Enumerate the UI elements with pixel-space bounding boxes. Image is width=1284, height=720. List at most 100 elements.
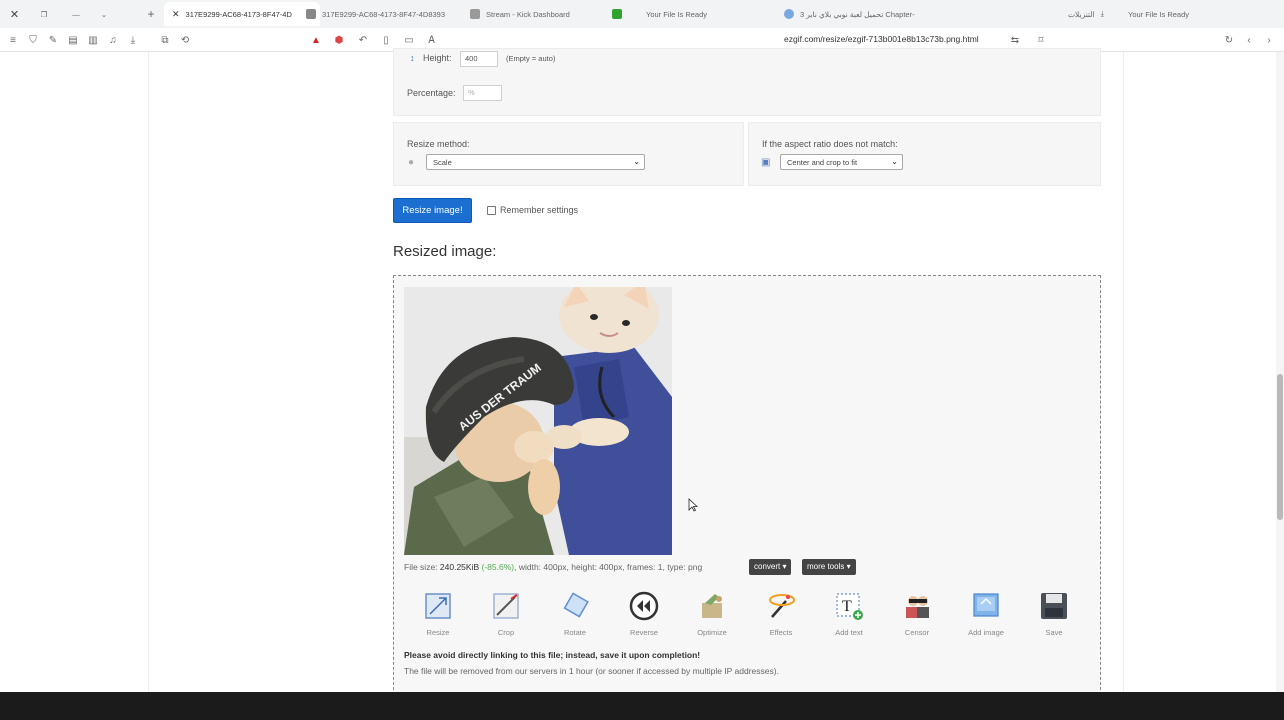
tool-label: Optimize [697,628,727,637]
resize-method-select[interactable]: Scale ⌄ [426,154,645,170]
convert-button[interactable]: convert ▾ [749,559,792,575]
percentage-label: Percentage: [407,88,456,98]
resize-method-label: Resize method: [407,139,470,149]
removal-notice: The file will be removed from our server… [404,666,779,676]
crop-preview-icon: ▣ [761,157,771,168]
tab-7[interactable]: Your File Is Ready [1120,2,1200,26]
tool-censor[interactable]: Censor [885,588,949,640]
tool-label: Resize [426,628,450,637]
resize-image-button[interactable]: Resize image! [393,198,472,223]
size-panel [393,48,1101,116]
height-arrow-icon: ↕ [410,53,415,63]
rotate-icon [563,592,589,618]
tool-label: Add text [835,628,863,637]
tool-label: Rotate [563,628,587,637]
page-scrollbar[interactable] [1276,52,1284,692]
translate-icon[interactable]: Ꭺ [425,33,439,47]
tool-label: Save [1045,628,1063,637]
address-bar[interactable]: ezgif.com/resize/ezgif-713b001e8b13c73b.… [784,34,979,44]
tool-save[interactable]: Save [1022,588,1086,640]
globe-favicon-icon [784,9,794,19]
resized-image[interactable]: AUS DER TRAUM [404,287,672,555]
menu-icon[interactable]: ≡ [6,33,20,47]
scrollbar-thumb[interactable] [1277,374,1283,520]
tab-2[interactable]: 317E9299-AC68-4173-8F47-4D8393 [298,2,458,26]
minimize-icon[interactable]: — [62,2,90,26]
bookmark-icon[interactable]: ⌑ [1034,33,1048,47]
tab-5[interactable]: تحميل لعبة نوبي بلاي ناير 3 Chapter- [776,2,976,26]
file-size: 240.25KiB [439,562,480,572]
mouse-cursor-icon [688,498,698,512]
adblock-icon[interactable]: ⬢ [332,33,346,47]
vpn-icon[interactable]: ▲ [309,33,323,47]
downloads-icon[interactable]: ⤓ [126,33,140,47]
tab-title: تحميل لعبة نوبي بلاي ناير 3 Chapter- [800,9,915,19]
download-favicon-icon [612,9,622,19]
download-icon: ⤓ [1100,9,1104,18]
new-tab-icon[interactable]: + [140,2,162,26]
aspect-ratio-select[interactable]: Center and crop to fit ⌄ [780,154,903,170]
resize-method-value: Scale [433,158,452,167]
aspect-ratio-label: If the aspect ratio does not match: [762,139,898,149]
sync-icon[interactable]: ⟲ [178,33,192,47]
reload-icon[interactable]: ↻ [1222,33,1236,47]
music-icon[interactable]: ♫ [106,33,120,47]
translate-page-icon[interactable]: ⇆ [1008,33,1022,47]
tool-reverse[interactable]: Reverse [612,588,676,640]
tab-active[interactable]: ✕ 317E9299-AC68-4173-8F47-4D [164,2,320,26]
tab-title: Your File Is Ready [1128,9,1190,19]
back-icon[interactable]: ‹ [1242,33,1256,47]
tool-label: Effects [769,628,793,637]
shield-icon[interactable]: ⛉ [26,33,40,47]
tab-3[interactable]: Stream - Kick Dashboard [462,2,592,26]
tool-add-text[interactable]: T Add text [817,588,881,640]
cast-icon[interactable]: ▭ [402,33,416,47]
tool-label: Add image [968,628,1004,637]
aspect-ratio-value: Center and crop to fit [787,158,858,167]
tab-4[interactable]: Your File Is Ready [604,2,754,26]
tool-label: Censor [904,628,930,637]
screenshot-icon[interactable]: ⧉ [158,33,172,47]
image-favicon-icon [306,9,316,19]
restore-icon[interactable]: ❐ [30,2,58,26]
close-window-icon[interactable]: ✕ [0,0,29,28]
tool-add-image[interactable]: Add image [954,588,1018,640]
crop-icon [493,593,519,619]
more-tools-button[interactable]: more tools ▾ [802,559,856,575]
resize-icon [425,593,451,619]
tool-rotate[interactable]: Rotate [543,588,607,640]
pin-icon[interactable]: ✎ [46,33,60,47]
tab-title: 317E9299-AC68-4173-8F47-4D [185,9,292,19]
linking-warning: Please avoid directly linking to this fi… [404,650,701,660]
close-tab-icon[interactable]: ✕ [172,9,180,20]
effects-icon [769,594,795,618]
add-text-icon: T [836,593,863,620]
undo-icon[interactable]: ↶ [356,33,370,47]
tab-list-chevron-icon[interactable]: ⌄ [92,2,116,26]
tab-6[interactable]: التنزيلات ⤓ [1060,2,1124,26]
chevron-down-icon: ⌄ [891,157,898,166]
add-image-icon [973,593,999,617]
tab-title: Stream - Kick Dashboard [486,9,570,19]
remember-settings-label[interactable]: Remember settings [500,205,578,215]
height-hint: (Empty = auto) [506,54,556,63]
percentage-input[interactable]: % [463,85,502,101]
resized-image-heading: Resized image: [393,243,497,260]
tool-optimize[interactable]: Optimize [680,588,744,640]
tool-crop[interactable]: Crop [474,588,538,640]
page-viewport: ↕ Height: 400 (Empty = auto) Percentage:… [0,48,1284,695]
tool-effects[interactable]: Effects [749,588,813,640]
height-input[interactable]: 400 [460,51,498,67]
reader-icon[interactable]: ▯ [379,33,393,47]
tool-resize[interactable]: Resize [406,588,470,640]
taskbar [0,692,1284,720]
optimize-icon [702,594,722,618]
sidebar-icon[interactable]: ▥ [86,33,100,47]
forward-icon[interactable]: › [1262,33,1276,47]
height-label: Height: [423,53,452,63]
svg-text:T: T [842,598,852,615]
remember-settings-checkbox[interactable] [487,206,496,215]
file-details: , width: 400px, height: 400px, frames: 1… [514,562,703,572]
save-icon [1041,593,1067,619]
tabs-icon[interactable]: ▤ [66,33,80,47]
